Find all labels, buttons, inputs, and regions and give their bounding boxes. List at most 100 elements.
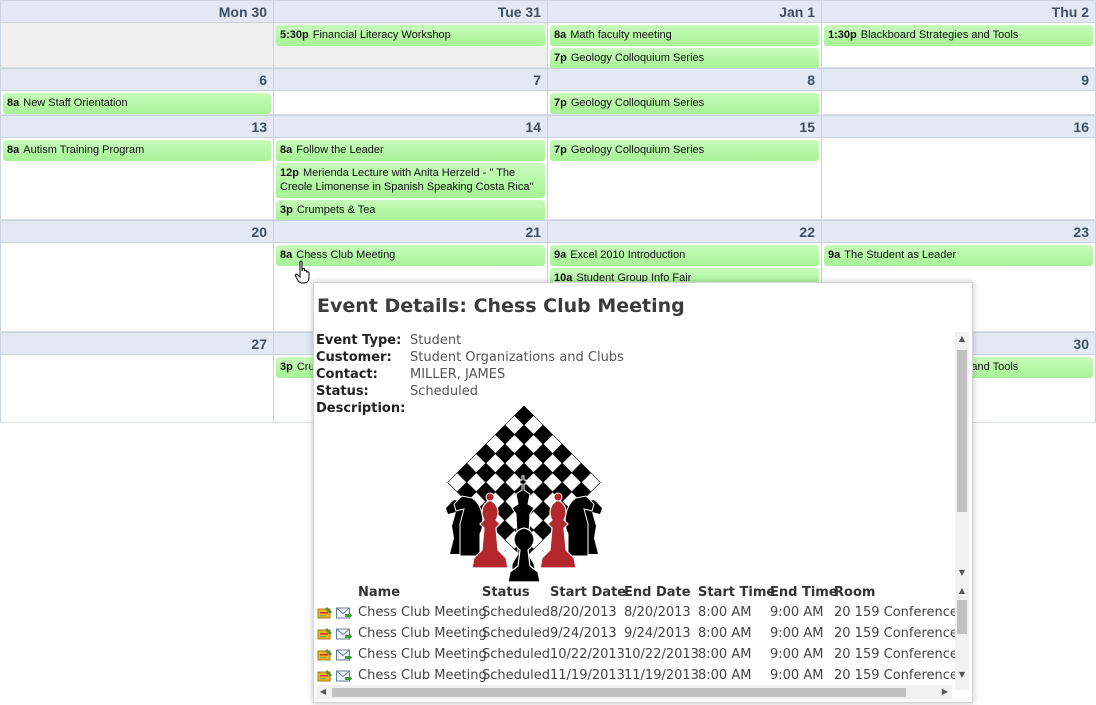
calendar-week: 13 8a Autism Training Program 14 8a Follow th… <box>0 115 1096 221</box>
calendar-event[interactable]: 7p Geology Colloquium Series <box>550 93 819 114</box>
day-number[interactable]: Jan 1 <box>548 0 821 23</box>
column-header[interactable]: Start Time <box>698 584 775 602</box>
email-send-icon[interactable] <box>336 669 352 683</box>
calendar-event[interactable]: 1:30pBlackboard Strategies and Tools <box>824 25 1093 46</box>
calendar-day[interactable]: Mon 30 <box>0 0 274 67</box>
scroll-left-icon[interactable]: ◀ <box>316 685 330 699</box>
day-number[interactable]: 15 <box>548 115 821 138</box>
day-number[interactable]: 22 <box>548 220 821 243</box>
calendar-day[interactable]: 8 7p Geology Colloquium Series <box>548 68 822 114</box>
column-header[interactable]: Room <box>834 584 956 602</box>
calendar-event[interactable]: 8a Math faculty meeting <box>550 25 819 46</box>
calendar-day[interactable]: 20 <box>0 220 274 331</box>
day-number[interactable]: 14 <box>274 115 547 138</box>
edit-event-icon[interactable] <box>317 669 333 683</box>
event-time: 8a <box>554 29 567 41</box>
day-cell-body: 5:30p Financial Literacy Workshop <box>274 23 547 67</box>
day-number[interactable]: 20 <box>1 220 273 243</box>
calendar-day[interactable]: 9 <box>822 68 1096 114</box>
row-actions <box>316 665 358 684</box>
calendar-event[interactable]: 3pCrumpets & Tea <box>276 200 545 221</box>
calendar-event[interactable]: 8a Chess Club Meeting <box>276 245 545 266</box>
column-header[interactable]: Start Date <box>550 584 626 602</box>
table-row: Chess Club Meeting Scheduled 10/22/2013 10/… <box>316 644 956 665</box>
calendar-day[interactable]: 14 8a Follow the Leader 12p Merienda Lecture… <box>274 115 548 221</box>
day-number[interactable]: Tue 31 <box>274 0 547 23</box>
calendar-event[interactable]: 9a Excel 2010 Introduction <box>550 245 819 266</box>
edit-event-icon[interactable] <box>317 627 333 641</box>
horizontal-scrollbar-thumb[interactable] <box>332 688 906 697</box>
event-time: 8a <box>7 97 20 109</box>
table-row: Chess Club Meeting Scheduled 9/24/2013 9/24… <box>316 623 956 644</box>
scrollbar-thumb[interactable] <box>957 350 967 512</box>
calendar-event[interactable]: 8a Follow the Leader <box>276 140 545 161</box>
calendar-event[interactable]: 7p Geology Colloquium Series <box>550 140 819 161</box>
horizontal-scrollbar[interactable]: ◀ ▶ <box>316 685 952 699</box>
calendar-day[interactable]: 15 7p Geology Colloquium Series <box>548 115 822 219</box>
day-number[interactable]: 6 <box>1 68 273 91</box>
calendar-day[interactable]: Tue 31 5:30p Financial Literacy Workshop <box>274 0 548 67</box>
day-number[interactable]: 23 <box>822 220 1095 243</box>
edit-event-icon[interactable] <box>317 606 333 620</box>
day-number[interactable]: 7 <box>274 68 547 91</box>
row-actions <box>316 644 358 665</box>
day-number[interactable]: 16 <box>822 115 1095 138</box>
day-number[interactable]: 21 <box>274 220 547 243</box>
column-header[interactable]: End Time <box>770 584 838 602</box>
table-cell: 11/19/2013 <box>550 668 625 683</box>
popup-scroll-area[interactable]: Event Type: Student Customer: Student Organ… <box>316 332 956 684</box>
calendar-day[interactable]: 13 8a Autism Training Program <box>0 115 274 219</box>
day-number[interactable]: Mon 30 <box>1 0 273 23</box>
column-header[interactable]: End Date <box>624 584 698 602</box>
table-cell: 8/20/2013 <box>550 605 617 620</box>
calendar-day[interactable]: Thu 2 1:30p Blackboard Strategies and Tool… <box>822 0 1096 67</box>
day-number[interactable]: 13 <box>1 115 273 138</box>
inner-scroll-up-icon[interactable]: ▲ <box>955 584 969 598</box>
calendar-day[interactable]: Jan 1 8a Math faculty meeting 7p Geology Col… <box>548 0 822 69</box>
calendar-day[interactable]: 6 8a New Staff Orientation <box>0 68 274 114</box>
column-header[interactable]: Name <box>358 584 482 602</box>
table-cell: 9/24/2013 <box>624 626 691 641</box>
calendar-day[interactable]: 27 <box>0 332 274 422</box>
table-cell: Scheduled <box>482 626 550 641</box>
day-number[interactable]: 9 <box>822 68 1095 91</box>
event-time: 1:30p <box>828 29 857 41</box>
table-cell: 20 159 Conference Room <box>834 605 956 620</box>
detail-row: Contact: MILLER, JAMES <box>316 366 956 383</box>
table-cell: Scheduled <box>482 668 550 683</box>
event-time: 9a <box>828 249 841 261</box>
calendar-event[interactable]: 7p Geology Colloquium Series <box>550 48 819 69</box>
scroll-up-icon[interactable]: ▲ <box>955 332 969 346</box>
day-cell-body <box>274 91 547 114</box>
calendar-event[interactable]: 9a The Student as Leader <box>824 245 1093 266</box>
event-title: The Student as Leader <box>844 249 957 261</box>
email-send-icon[interactable] <box>336 627 352 641</box>
table-cell: Chess Club Meeting <box>358 668 487 683</box>
day-cell-body: 8a Autism Training Program <box>1 138 273 219</box>
table-cell: 9:00 AM <box>770 605 824 620</box>
table-header-row: Name Status Start Date End Date Start Time En… <box>316 584 956 602</box>
email-send-icon[interactable] <box>336 606 352 620</box>
day-number[interactable]: 27 <box>1 332 273 355</box>
calendar-event[interactable]: 5:30p Financial Literacy Workshop <box>276 25 545 46</box>
edit-event-icon[interactable] <box>317 648 333 662</box>
calendar-event[interactable]: 8a Autism Training Program <box>3 140 271 161</box>
detail-label: Status: <box>316 384 369 399</box>
scroll-down-icon[interactable]: ▼ <box>955 566 969 580</box>
calendar-day[interactable]: 16 <box>822 115 1096 219</box>
scroll-right-icon[interactable]: ▶ <box>938 685 952 699</box>
day-number[interactable]: Thu 2 <box>822 0 1095 23</box>
calendar-event[interactable]: 8a New Staff Orientation <box>3 93 271 114</box>
inner-scroll-down-icon[interactable]: ▼ <box>955 668 969 682</box>
event-time: 7p <box>554 144 567 156</box>
detail-label: Event Type: <box>316 333 402 348</box>
calendar-event[interactable]: 12p Merienda Lecture with Anita Herzeld -… <box>276 163 545 198</box>
email-send-icon[interactable] <box>336 648 352 662</box>
inner-scrollbar-thumb[interactable] <box>957 600 967 634</box>
event-title: Excel 2010 Introduction <box>570 249 686 261</box>
day-number[interactable]: 8 <box>548 68 821 91</box>
column-header[interactable]: Status <box>482 584 550 602</box>
vertical-scrollbar[interactable]: ▲ ▼ ▲ ▼ <box>955 332 969 690</box>
calendar-day[interactable]: 7 <box>274 68 548 114</box>
day-cell-body: 8a New Staff Orientation <box>1 91 273 114</box>
